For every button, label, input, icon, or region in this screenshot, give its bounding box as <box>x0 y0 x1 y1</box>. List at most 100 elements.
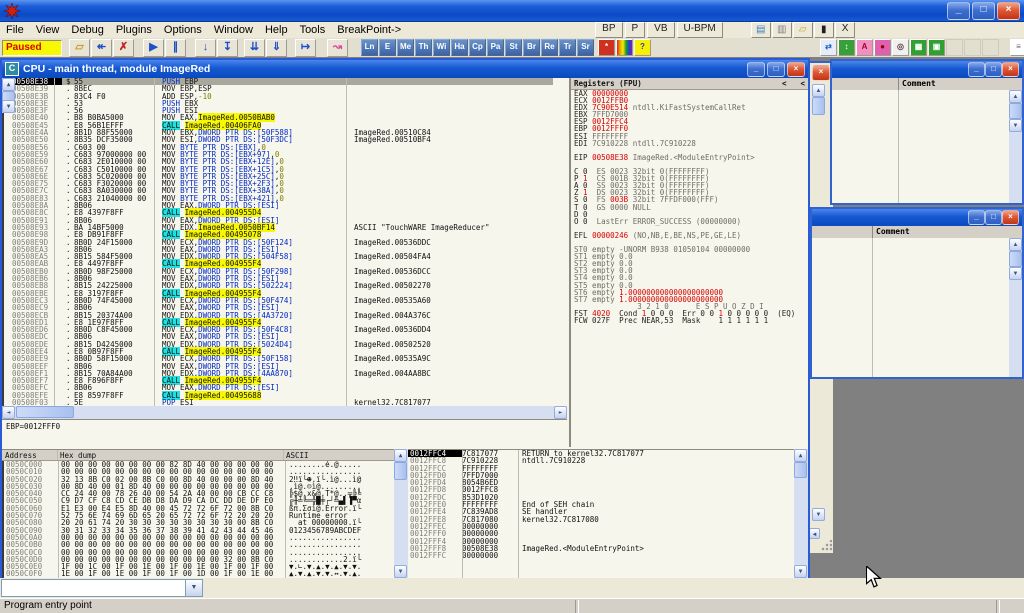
scroll-up-button[interactable]: ▲ <box>1009 238 1022 251</box>
close-button[interactable]: × <box>1002 210 1019 225</box>
register-row[interactable]: T 0 GS 0000 NULL <box>574 204 808 211</box>
pane-button-ha[interactable]: Ha <box>451 39 468 56</box>
menu-item-file[interactable]: File <box>0 24 30 36</box>
scroll-up-button[interactable]: ▲ <box>794 449 807 462</box>
scroll-down-button[interactable]: ▼ <box>1009 267 1022 280</box>
comment-window-top[interactable]: _ □ × Comment ▲ ▼ <box>830 59 1024 205</box>
maximize-button[interactable]: □ <box>767 62 785 77</box>
scrollbar[interactable]: ▲ ▼ <box>1009 238 1022 377</box>
pane-button-pa[interactable]: Pa <box>487 39 504 56</box>
comment-window-bottom[interactable]: _ □ × Comment ▲ ▼ <box>810 207 1024 379</box>
scroll-down-button[interactable]: ▼ <box>394 565 407 578</box>
pane-button-re[interactable]: Re <box>541 39 558 56</box>
scrollbar[interactable]: ▲ ▼ <box>1009 90 1022 203</box>
menu-item-view[interactable]: View <box>30 24 66 36</box>
scroll-up-button[interactable]: ▲ <box>2 78 15 91</box>
registers-pane[interactable]: Registers (FPU) < < EAX 00000000ECX 0012… <box>569 78 808 447</box>
menu-item-debug[interactable]: Debug <box>65 24 109 36</box>
register-row[interactable]: EDI 7C910228 ntdll.7C910228 <box>574 140 808 147</box>
menu-item-options[interactable]: Options <box>158 24 208 36</box>
collapse-icon[interactable]: < <box>782 78 787 89</box>
pane-button-tr[interactable]: Tr <box>559 39 576 56</box>
console-icon[interactable]: ▮ <box>814 22 834 38</box>
assemble-icon[interactable]: A <box>856 39 873 56</box>
disasm-row[interactable]: 00508F03.5EPOP ESIkernel32.7C817077 <box>4 399 553 406</box>
dump-scrollbar[interactable]: ▲ ▼ <box>394 449 408 578</box>
info-pane[interactable]: EBP=0012FFF0 <box>2 419 567 449</box>
pane-button-st[interactable]: St <box>505 39 522 56</box>
binary-grid-icon[interactable]: ▦ <box>910 39 927 56</box>
help-button[interactable]: ? <box>634 39 651 56</box>
go-to-address-button[interactable]: ↝ <box>327 39 348 57</box>
minimize-button[interactable]: _ <box>747 62 765 77</box>
scroll-thumb[interactable] <box>1009 251 1022 267</box>
disassembly-hscrollbar[interactable]: ◄ ► <box>2 406 567 419</box>
register-row[interactable]: EFL 00000246 (NO,NB,E,BE,NS,PE,GE,LE) <box>574 232 808 239</box>
scroll-thumb[interactable] <box>394 462 407 480</box>
pane-button-br[interactable]: Br <box>523 39 540 56</box>
stack-row[interactable]: 0012FFFC00000000 <box>408 552 794 559</box>
dropdown-arrow-icon[interactable]: ▼ <box>185 580 202 596</box>
scroll-down-button[interactable]: ▼ <box>2 100 15 113</box>
menu-button-p[interactable]: P <box>625 22 646 38</box>
scroll-thumb[interactable] <box>1009 103 1022 119</box>
window-icon[interactable]: ▣ <box>928 39 945 56</box>
pane-button-me[interactable]: Me <box>397 39 414 56</box>
appearance-rainbow-icon[interactable] <box>616 39 633 56</box>
register-row[interactable]: EIP 00508E38 ImageRed.<ModuleEntryPoint> <box>574 154 808 161</box>
execute-till-return-button[interactable]: ↦ <box>295 39 316 57</box>
pause-button[interactable]: ∥ <box>165 39 186 57</box>
minimize-button[interactable]: _ <box>968 62 985 77</box>
register-row[interactable]: FCW 027F Prec NEAR,53 Mask 1 1 1 1 1 1 <box>574 317 808 324</box>
memory-dump-pane[interactable]: 0050C00000 00 00 00 00 00 00 00 82 8D 40… <box>2 461 394 578</box>
scroll-down-button[interactable]: ▼ <box>794 565 807 578</box>
comment-window-top-content[interactable] <box>832 90 1009 203</box>
menu-item-breakpoint[interactable]: BreakPoint-> <box>331 24 407 36</box>
open-file-button[interactable]: ▱ <box>69 39 90 57</box>
strip-scroll-down-button[interactable]: ▼ <box>812 508 825 521</box>
scroll-left-button[interactable]: ◄ <box>2 406 15 419</box>
disassembly-scrollbar[interactable]: ▲ ▼ <box>2 78 15 113</box>
disasm-row[interactable]: 00508E3B.83C4 F0ADD ESP,-10 <box>4 93 553 100</box>
run-button[interactable]: ▶ <box>143 39 164 57</box>
collapse-icon[interactable]: < <box>800 78 805 89</box>
strip-close-button[interactable]: × <box>812 65 830 81</box>
pane-button-ln[interactable]: Ln <box>361 39 378 56</box>
pane-button-wi[interactable]: Wi <box>433 39 450 56</box>
step-into-button[interactable]: ↓ <box>195 39 216 57</box>
breakpoint-dot-icon[interactable]: ● <box>874 39 891 56</box>
command-combobox[interactable]: ▼ <box>1 579 203 597</box>
strip-scroll-thumb[interactable] <box>812 97 825 115</box>
disabled-button-2[interactable] <box>964 39 981 56</box>
maximize-button[interactable]: □ <box>972 2 995 20</box>
menu-item-help[interactable]: Help <box>259 24 294 36</box>
scroll-down-button[interactable]: ▼ <box>1009 119 1022 132</box>
comment-window-top-titlebar[interactable]: _ □ × <box>832 61 1022 78</box>
menu-button-vb[interactable]: VB <box>647 22 674 38</box>
menu-close-button[interactable]: X <box>835 22 856 38</box>
folder-icon[interactable]: ▱ <box>793 22 813 38</box>
restart-button[interactable]: ↞ <box>91 39 112 57</box>
pane-button-cp[interactable]: Cp <box>469 39 486 56</box>
updown-icon[interactable]: ↕ <box>838 39 855 56</box>
register-row[interactable]: O 0 LastErr ERROR_SUCCESS (00000000) <box>574 218 808 225</box>
step-over-button[interactable]: ↧ <box>217 39 238 57</box>
maximize-button[interactable]: □ <box>985 62 1002 77</box>
pane-button-th[interactable]: Th <box>415 39 432 56</box>
stack-pane[interactable]: 0012FFC47C817077RETURN to kernel32.7C817… <box>408 449 794 578</box>
log-list-icon[interactable]: ≡ <box>1010 39 1024 56</box>
disabled-button-1[interactable] <box>946 39 963 56</box>
menu-item-tools[interactable]: Tools <box>294 24 332 36</box>
calc-icon[interactable]: ▥ <box>772 22 792 38</box>
menu-item-plugins[interactable]: Plugins <box>110 24 158 36</box>
comment-column-header[interactable]: Comment <box>872 226 910 238</box>
close-button[interactable]: × <box>787 62 805 77</box>
exchange-icon[interactable]: ⇄ <box>820 39 837 56</box>
spiral-icon[interactable]: ◎ <box>892 39 909 56</box>
disabled-button-3[interactable] <box>982 39 999 56</box>
disasm-row[interactable]: 00508EFE.E8 8597F8FFCALL ImageRed.004956… <box>4 392 553 399</box>
command-input[interactable] <box>2 580 185 596</box>
comment-window-bottom-titlebar[interactable]: _ □ × <box>812 209 1022 226</box>
pane-button-e[interactable]: E <box>379 39 396 56</box>
scroll-right-button[interactable]: ► <box>554 406 567 419</box>
